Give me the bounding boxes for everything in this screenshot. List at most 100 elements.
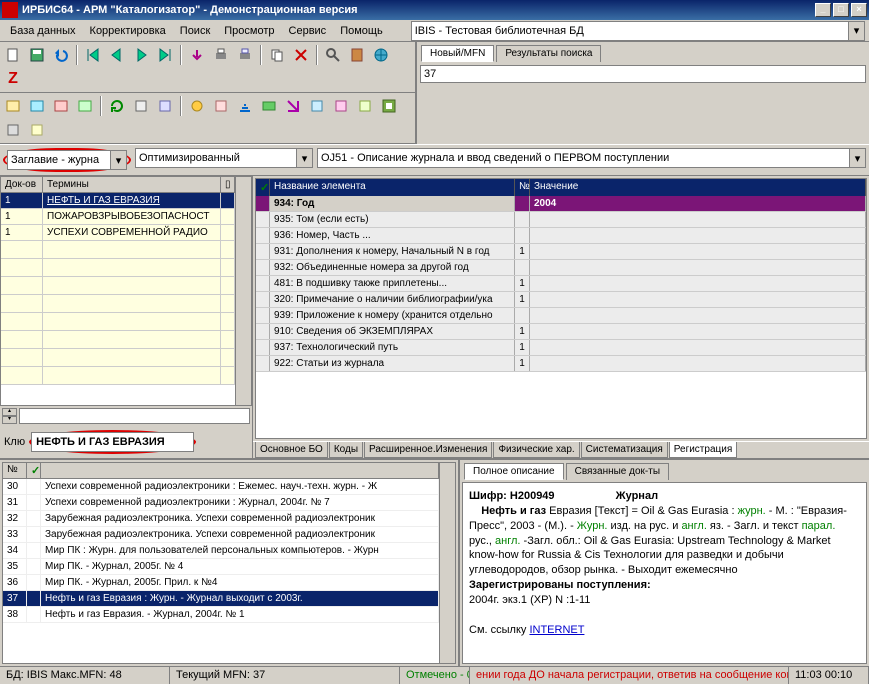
- tab-new-mfn[interactable]: Новый/MFN: [421, 45, 494, 62]
- terms-grid[interactable]: Док-ов Термины ▯ 1НЕФТЬ И ГАЗ ЕВРАЗИЯ1ПО…: [0, 176, 252, 406]
- menu-search[interactable]: Поиск: [174, 23, 216, 39]
- tb2-10[interactable]: [234, 95, 256, 117]
- record-row[interactable]: 38Нефть и газ Евразия. - Журнал, 2004г. …: [3, 607, 439, 623]
- copy-icon[interactable]: [266, 44, 288, 66]
- menu-service[interactable]: Сервис: [283, 23, 333, 39]
- term-row[interactable]: 1УСПЕХИ СОВРЕМЕННОЙ РАДИО: [1, 225, 235, 241]
- term-row[interactable]: 1НЕФТЬ И ГАЗ ЕВРАЗИЯ: [1, 193, 235, 209]
- col-terms[interactable]: Термины: [43, 177, 221, 192]
- chevron-down-icon[interactable]: ▾: [849, 149, 865, 167]
- element-row[interactable]: 910: Сведения об ЭКЗЕМПЛЯРАХ1: [256, 324, 866, 340]
- col-check[interactable]: ✓: [256, 179, 270, 196]
- arrow-down-icon[interactable]: [186, 44, 208, 66]
- element-row[interactable]: 931: Дополнения к номеру, Начальный N в …: [256, 244, 866, 260]
- tb2-14[interactable]: [330, 95, 352, 117]
- col-unknown[interactable]: ▯: [221, 177, 235, 192]
- slider[interactable]: [19, 408, 250, 424]
- record-row[interactable]: 34Мир ПК : Журн. для пользователей персо…: [3, 543, 439, 559]
- col-number[interactable]: №: [3, 463, 27, 478]
- save-icon[interactable]: [26, 44, 48, 66]
- scrollbar[interactable]: [235, 177, 251, 405]
- menu-database[interactable]: База данных: [4, 23, 82, 39]
- col-element-name[interactable]: Название элемента: [270, 179, 515, 196]
- tb2-16[interactable]: [378, 95, 400, 117]
- book-icon[interactable]: [346, 44, 368, 66]
- spinner[interactable]: ▴▾: [2, 408, 17, 424]
- maximize-button[interactable]: □: [833, 3, 849, 17]
- last-icon[interactable]: [154, 44, 176, 66]
- tb2-9[interactable]: [210, 95, 232, 117]
- delete-icon[interactable]: [290, 44, 312, 66]
- tb2-15[interactable]: [354, 95, 376, 117]
- record-row[interactable]: 30Успехи современной радиоэлектроники : …: [3, 479, 439, 495]
- menu-help[interactable]: Помощь: [334, 23, 389, 39]
- record-row[interactable]: 33Зарубежная радиоэлектроника. Успехи со…: [3, 527, 439, 543]
- chevron-down-icon[interactable]: ▾: [848, 22, 864, 40]
- col-doc-count[interactable]: Док-ов: [1, 177, 43, 192]
- tb2-6[interactable]: [130, 95, 152, 117]
- undo-icon[interactable]: [50, 44, 72, 66]
- elements-grid[interactable]: ✓ Название элемента № Значение 934: Год2…: [255, 178, 867, 439]
- title-type-combo[interactable]: Заглавие - журна ▾: [7, 150, 127, 170]
- close-button[interactable]: ×: [851, 3, 867, 17]
- mfn-input[interactable]: [420, 65, 866, 83]
- worksheet-combo[interactable]: OJ51 - Описание журнала и ввод сведений …: [317, 148, 866, 168]
- worksheet-tab[interactable]: Регистрация: [669, 442, 737, 458]
- z-icon[interactable]: Z: [2, 68, 24, 90]
- worksheet-tab[interactable]: Систематизация: [581, 442, 668, 458]
- element-row[interactable]: 939: Приложение к номеру (хранится отдел…: [256, 308, 866, 324]
- record-row[interactable]: 32Зарубежная радиоэлектроника. Успехи со…: [3, 511, 439, 527]
- mode-combo[interactable]: Оптимизированный ▾: [135, 148, 313, 168]
- term-row[interactable]: 1ПОЖАРОВЗРЫВОБЕЗОПАСНОСТ: [1, 209, 235, 225]
- record-row[interactable]: 31Успехи современной радиоэлектроники : …: [3, 495, 439, 511]
- tb2-17[interactable]: [2, 119, 24, 141]
- tb2-2[interactable]: [26, 95, 48, 117]
- tb2-3[interactable]: [50, 95, 72, 117]
- tb2-4[interactable]: [74, 95, 96, 117]
- tab-full-desc[interactable]: Полное описание: [464, 463, 564, 480]
- element-row[interactable]: 934: Год2004: [256, 196, 866, 212]
- worksheet-tab[interactable]: Основное БО: [255, 442, 328, 458]
- new-icon[interactable]: [2, 44, 24, 66]
- tab-search-results[interactable]: Результаты поиска: [496, 45, 601, 62]
- col-desc[interactable]: [41, 463, 439, 478]
- scrollbar[interactable]: [439, 463, 455, 663]
- tb2-13[interactable]: [306, 95, 328, 117]
- element-row[interactable]: 932: Объединенные номера за другой год: [256, 260, 866, 276]
- chevron-down-icon[interactable]: ▾: [110, 151, 126, 169]
- col-mark[interactable]: ✓: [27, 463, 41, 478]
- worksheet-tab[interactable]: Физические хар.: [493, 442, 579, 458]
- tb2-8[interactable]: [186, 95, 208, 117]
- element-row[interactable]: 481: В подшивку также приплетены...1: [256, 276, 866, 292]
- chevron-down-icon[interactable]: ▾: [296, 149, 312, 167]
- internet-link[interactable]: INTERNET: [529, 624, 584, 636]
- tab-related[interactable]: Связанные док-ты: [566, 463, 669, 480]
- worksheet-tab[interactable]: Коды: [329, 442, 363, 458]
- tb2-11[interactable]: [258, 95, 280, 117]
- first-icon[interactable]: [82, 44, 104, 66]
- element-row[interactable]: 922: Статьи из журнала1: [256, 356, 866, 372]
- col-value[interactable]: Значение: [530, 179, 866, 196]
- element-row[interactable]: 937: Технологический путь1: [256, 340, 866, 356]
- print2-icon[interactable]: [234, 44, 256, 66]
- prev-icon[interactable]: [106, 44, 128, 66]
- next-icon[interactable]: [130, 44, 152, 66]
- search-icon[interactable]: [322, 44, 344, 66]
- records-list[interactable]: № ✓ 30Успехи современной радиоэлектроник…: [2, 462, 456, 664]
- record-row[interactable]: 36Мир ПК. - Журнал, 2005г. Прил. к №4: [3, 575, 439, 591]
- col-num[interactable]: №: [515, 179, 530, 196]
- tb2-7[interactable]: [154, 95, 176, 117]
- minimize-button[interactable]: _: [815, 3, 831, 17]
- worksheet-tab[interactable]: Расширенное.Изменения: [364, 442, 492, 458]
- record-row[interactable]: 35Мир ПК. - Журнал, 2005г. № 4: [3, 559, 439, 575]
- tb2-18[interactable]: [26, 119, 48, 141]
- globe-icon[interactable]: [370, 44, 392, 66]
- database-combo[interactable]: IBIS - Тестовая библиотечная БД ▾: [411, 21, 865, 41]
- menu-view[interactable]: Просмотр: [218, 23, 280, 39]
- tb2-1[interactable]: [2, 95, 24, 117]
- element-row[interactable]: 936: Номер, Часть ...: [256, 228, 866, 244]
- refresh-icon[interactable]: [106, 95, 128, 117]
- menu-edit[interactable]: Корректировка: [84, 23, 172, 39]
- key-input[interactable]: [31, 432, 194, 452]
- tb2-12[interactable]: [282, 95, 304, 117]
